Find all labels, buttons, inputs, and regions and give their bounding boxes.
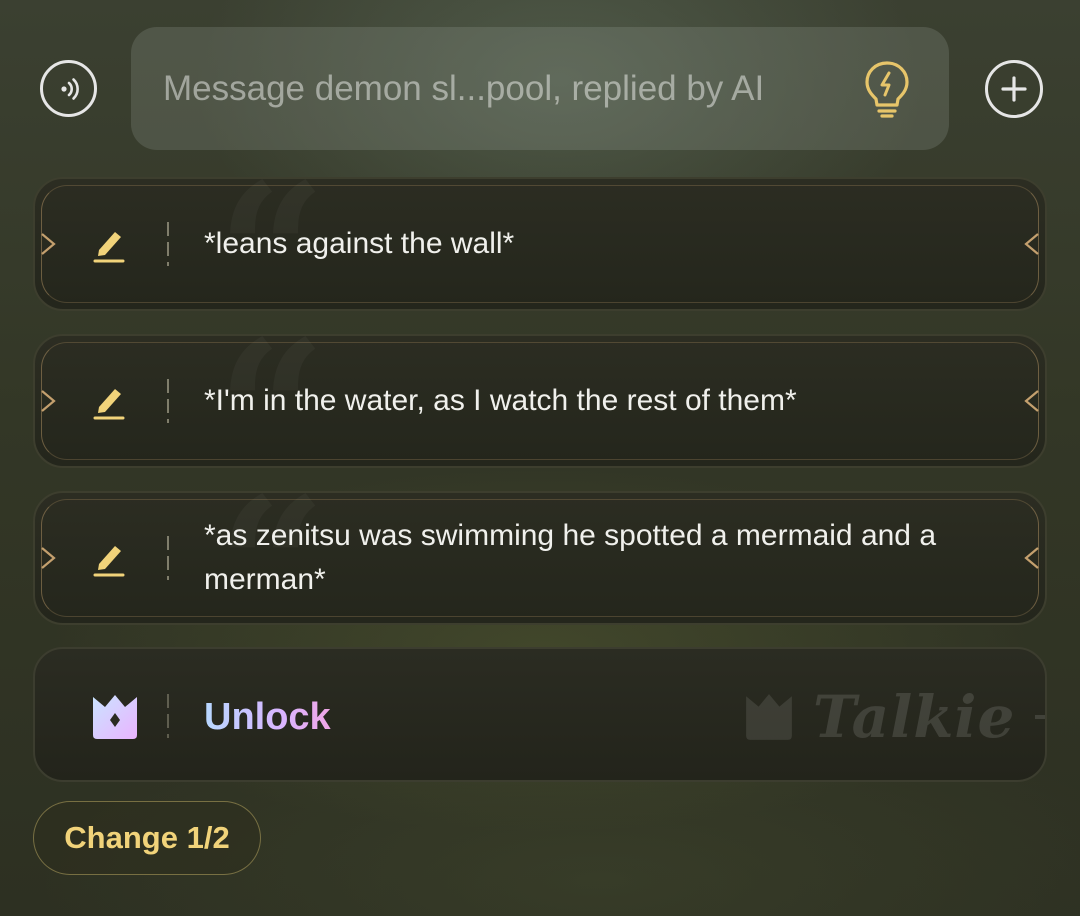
unlock-card[interactable]: Unlock Talkie [33,647,1047,782]
add-button[interactable] [985,60,1043,118]
crown-watermark-icon [746,694,792,740]
suggestion-text: *I'm in the water, as I watch the rest o… [204,384,797,417]
frame-ornament-left-icon [41,233,56,255]
lightbulb-icon [865,61,909,118]
crown-icon [93,695,137,739]
suggestion-card[interactable]: “ *as zenitsu was swimming he spotted a … [33,491,1047,625]
suggestion-card[interactable]: “ *leans against the wall* [33,177,1047,311]
edit-pencil-icon[interactable] [91,224,127,264]
frame-ornament-left-icon [41,547,56,569]
talkie-plus-watermark: Talkie [743,683,1045,751]
suggestion-text: *leans against the wall* [204,227,515,260]
change-button[interactable]: Change 1/2 [33,801,261,875]
divider [167,536,169,580]
divider [167,222,169,266]
unlock-label: Unlock [204,693,331,741]
frame-ornament-left-icon [41,390,56,412]
voice-call-icon [60,77,79,100]
edit-pencil-icon[interactable] [91,381,127,421]
suggestion-card[interactable]: “ *I'm in the water, as I watch the rest… [33,334,1047,468]
frame-ornament-right-icon [1024,547,1039,569]
divider [167,379,169,423]
voice-call-button[interactable] [40,60,97,117]
divider [167,694,169,738]
frame-ornament-right-icon [1024,233,1039,255]
edit-pencil-icon[interactable] [91,538,127,578]
message-input[interactable] [163,61,843,117]
frame-ornament-right-icon [1024,390,1039,412]
watermark-text: Talkie [813,683,1016,751]
hint-button[interactable] [859,57,915,121]
plus-circle-icon [1001,76,1027,102]
message-input-container[interactable] [131,27,949,150]
suggestion-text: *as zenitsu was swimming he spotted a me… [204,519,937,596]
sparkle-icon [1035,715,1045,719]
